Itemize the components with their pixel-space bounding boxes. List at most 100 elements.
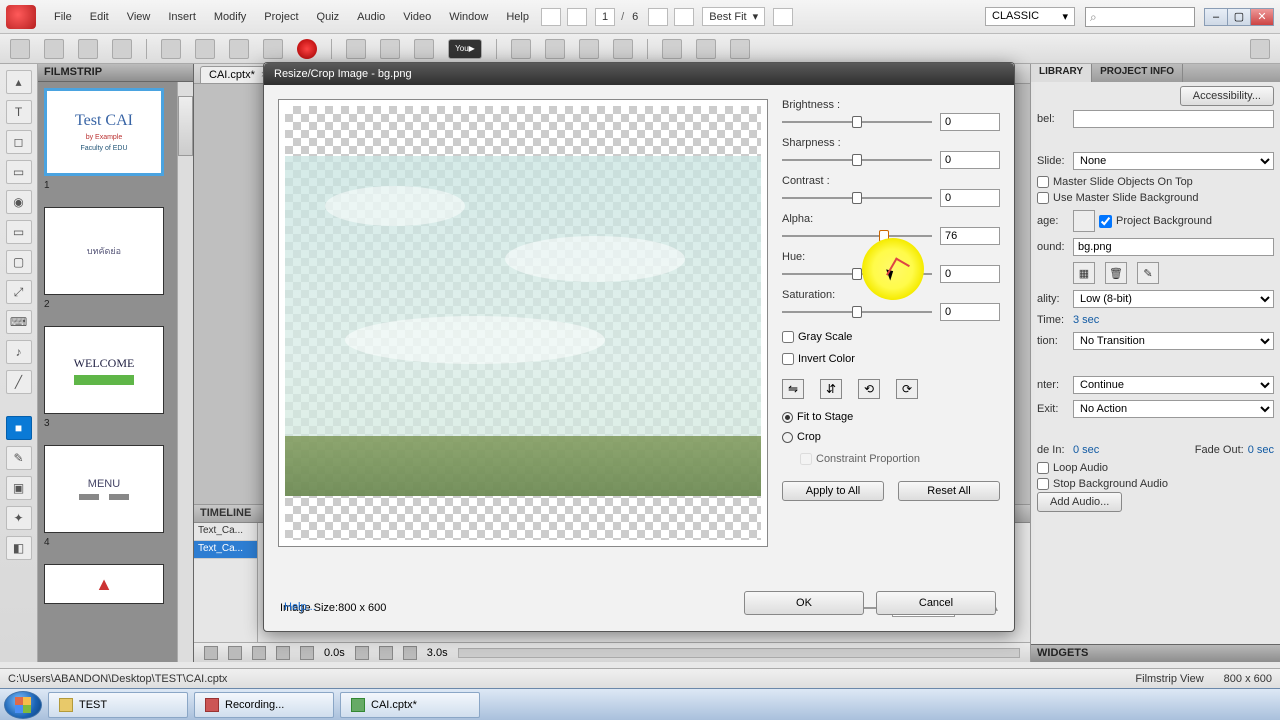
timeline-row-1[interactable]: Text_Ca... <box>194 523 257 541</box>
menu-help[interactable]: Help <box>498 7 537 27</box>
duplicate-icon[interactable] <box>229 39 249 59</box>
menu-edit[interactable]: Edit <box>82 7 117 27</box>
alpha-slider[interactable] <box>782 229 932 243</box>
flip-v-icon[interactable]: ⇵ <box>820 379 842 399</box>
master-slide-select[interactable]: None <box>1073 152 1274 170</box>
menu-modify[interactable]: Modify <box>206 7 254 27</box>
paste-icon[interactable] <box>195 39 215 59</box>
brightness-slider[interactable] <box>782 115 932 129</box>
zoom-top-select[interactable]: Best Fit▾ <box>702 7 765 26</box>
timeline-audio-icon[interactable] <box>300 646 314 660</box>
enter-select[interactable]: Continue <box>1073 376 1274 394</box>
group-icon[interactable] <box>545 39 565 59</box>
copy-icon[interactable] <box>161 39 181 59</box>
grayscale-check[interactable] <box>782 331 794 343</box>
bg-browse-icon[interactable]: ▦ <box>1073 262 1095 284</box>
ok-button[interactable]: OK <box>744 591 864 615</box>
window-maximize-button[interactable]: ▢ <box>1227 8 1251 26</box>
slide-thumb-2[interactable]: บทคัดย่อ <box>44 207 164 295</box>
timeline-row-2[interactable]: Text_Ca... <box>194 541 257 559</box>
saturation-slider[interactable] <box>782 305 932 319</box>
timeline-markout-icon[interactable] <box>379 646 393 660</box>
accessibility-button[interactable]: Accessibility... <box>1180 86 1274 106</box>
help-link[interactable]: Help... <box>284 601 316 613</box>
hue-value[interactable]: 0 <box>940 265 1000 283</box>
menu-video[interactable]: Video <box>395 7 439 27</box>
stroke-tool[interactable]: ✎ <box>6 446 32 470</box>
object-icon[interactable] <box>511 39 531 59</box>
media-tool[interactable]: ▣ <box>6 476 32 500</box>
arrange-icon[interactable] <box>579 39 599 59</box>
text-tool[interactable]: T <box>6 100 32 124</box>
fadein-value[interactable]: 0 sec <box>1073 444 1099 456</box>
picture-icon[interactable] <box>674 8 694 26</box>
line-tool[interactable]: ╱ <box>6 370 32 394</box>
slide-thumb-4[interactable]: MENU <box>44 445 164 533</box>
timeline-scrollbar[interactable] <box>458 648 1020 658</box>
master-objects-check[interactable] <box>1037 176 1049 188</box>
filmstrip-scrollbar[interactable] <box>177 82 193 662</box>
save-icon[interactable] <box>44 39 64 59</box>
window-minimize-button[interactable]: – <box>1204 8 1228 26</box>
reset-all-button[interactable]: Reset All <box>898 481 1000 501</box>
task-item-2[interactable]: Recording... <box>194 692 334 718</box>
grid-icon[interactable] <box>773 8 793 26</box>
camera-icon[interactable] <box>414 39 434 59</box>
mute-icon[interactable] <box>380 39 400 59</box>
add-audio-button[interactable]: Add Audio... <box>1037 492 1122 512</box>
contrast-value[interactable]: 0 <box>940 189 1000 207</box>
menu-project[interactable]: Project <box>256 7 306 27</box>
select-tool[interactable]: ▴ <box>6 70 32 94</box>
align-icon[interactable] <box>613 39 633 59</box>
slide-thumb-5[interactable]: ▲ <box>44 564 164 604</box>
menu-quiz[interactable]: Quiz <box>309 7 348 27</box>
apply-all-button[interactable]: Apply to All <box>782 481 884 501</box>
timeline-next-icon[interactable] <box>276 646 290 660</box>
transition-select[interactable]: No Transition <box>1073 332 1274 350</box>
crop-radio[interactable] <box>782 432 793 443</box>
project-bg-check[interactable] <box>1099 215 1112 228</box>
widget-tool[interactable]: ◧ <box>6 536 32 560</box>
snap-icon[interactable] <box>662 39 682 59</box>
record-icon[interactable] <box>297 39 317 59</box>
input-tool[interactable]: ⌨ <box>6 310 32 334</box>
timeline-loop-icon[interactable] <box>403 646 417 660</box>
timeline-markin-icon[interactable] <box>355 646 369 660</box>
brightness-value[interactable]: 0 <box>940 113 1000 131</box>
timeline-prev-icon[interactable] <box>228 646 242 660</box>
loop-audio-check[interactable] <box>1037 462 1049 474</box>
page-current[interactable]: 1 <box>595 8 615 26</box>
master-bg-check[interactable] <box>1037 192 1049 204</box>
panel-icon[interactable] <box>730 39 750 59</box>
time-value[interactable]: 3 sec <box>1073 314 1099 326</box>
youtube-icon[interactable]: You▶ <box>448 39 482 59</box>
saturation-value[interactable]: 0 <box>940 303 1000 321</box>
task-item-1[interactable]: TEST <box>48 692 188 718</box>
highlight-tool[interactable]: ▭ <box>6 160 32 184</box>
invert-check[interactable] <box>782 353 794 365</box>
sharpness-value[interactable]: 0 <box>940 151 1000 169</box>
hue-slider[interactable] <box>782 267 932 281</box>
collapse-icon[interactable] <box>1250 39 1270 59</box>
undo-icon[interactable] <box>78 39 98 59</box>
slide-thumb-1[interactable]: Test CAI by Example Faculty of EDU <box>44 88 164 176</box>
fit-radio[interactable] <box>782 412 793 423</box>
mail-icon[interactable] <box>541 8 561 26</box>
sync-icon[interactable] <box>567 8 587 26</box>
mouse-tool[interactable]: ◉ <box>6 190 32 214</box>
start-button[interactable] <box>4 691 42 719</box>
fill-color-tool[interactable]: ■ <box>6 416 32 440</box>
stop-bg-audio-check[interactable] <box>1037 478 1049 490</box>
menu-view[interactable]: View <box>119 7 159 27</box>
menu-file[interactable]: File <box>46 7 80 27</box>
zoom-tool[interactable]: ⤢ <box>6 280 32 304</box>
new-icon[interactable] <box>10 39 30 59</box>
menu-audio[interactable]: Audio <box>349 7 393 27</box>
tab-library[interactable]: LIBRARY <box>1031 64 1092 82</box>
alpha-value[interactable]: 76 <box>940 227 1000 245</box>
audio-tool[interactable]: ♪ <box>6 340 32 364</box>
rotate-cw-icon[interactable]: ⟳ <box>896 379 918 399</box>
widgets-panel-header[interactable]: WIDGETS <box>1031 644 1280 662</box>
menu-insert[interactable]: Insert <box>160 7 204 27</box>
slide-thumb-3[interactable]: WELCOME <box>44 326 164 414</box>
